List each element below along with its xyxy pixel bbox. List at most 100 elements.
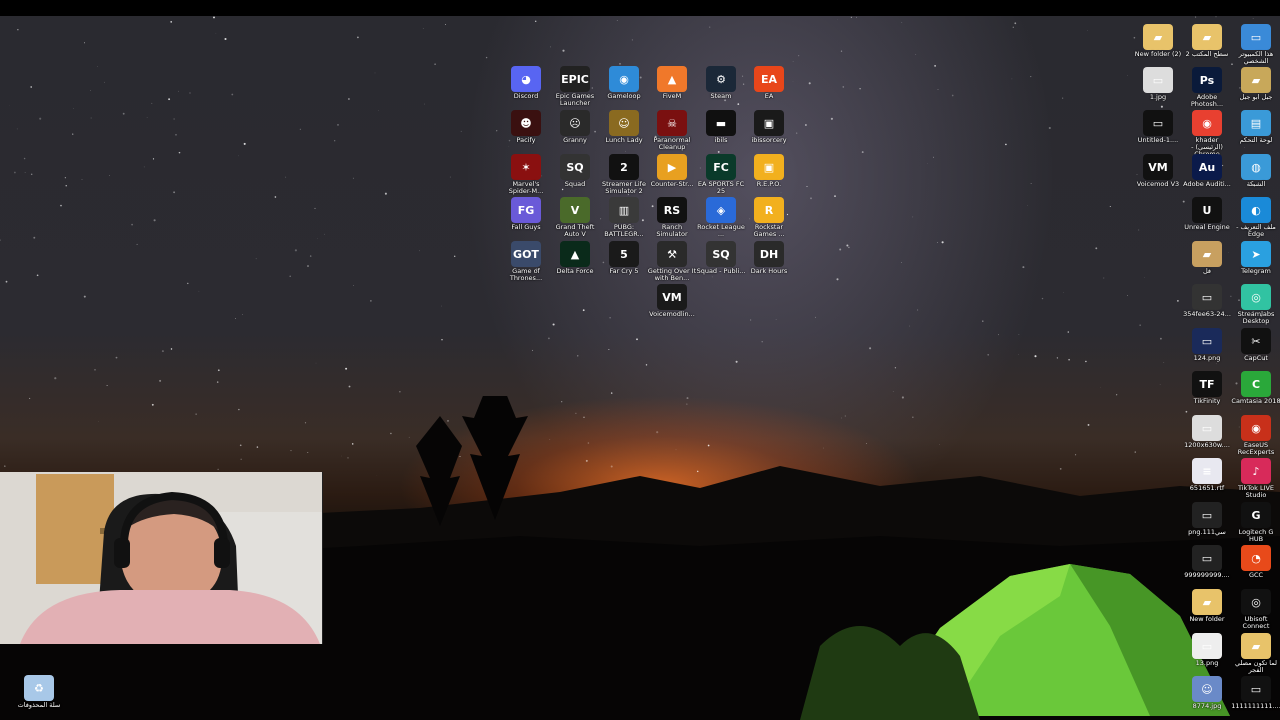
desktop-icon-label: سي111.png [1188, 528, 1226, 536]
desktop-icon[interactable]: U Unreal Engine [1182, 197, 1232, 231]
telegram-icon: ➤ [1241, 241, 1271, 267]
desktop-icon[interactable]: ▰ لما تكون مصلي الفجر [1231, 633, 1280, 674]
desktop-icon-label: جبل ابو جبل [1239, 93, 1273, 101]
desktop-icon[interactable]: ➤ Telegram [1231, 241, 1280, 275]
desktop-icon[interactable]: RS Ranch Simulator [647, 197, 697, 238]
desktop-icon[interactable]: ☹ Granny [550, 110, 600, 144]
desktop-icon[interactable]: ▶ Counter-Str... [647, 154, 697, 188]
desktop-icon[interactable]: 2 Streamer Life Simulator 2 [599, 154, 649, 195]
desktop-icon[interactable]: ▭ 13.png [1182, 633, 1232, 667]
desktop-icon[interactable]: ◎ Streamlabs Desktop [1231, 284, 1280, 325]
desktop-icon[interactable]: ☠ Paranormal Cleanup [647, 110, 697, 151]
desktop-icon[interactable]: GOT Game of Thrones... [501, 241, 551, 282]
desktop-icon[interactable]: ☻ Pacify [501, 110, 551, 144]
desktop-icon[interactable]: ☺ Lunch Lady [599, 110, 649, 144]
desktop-icon[interactable]: ▤ لوحة التحكم [1231, 110, 1280, 144]
desktop-icon[interactable]: VM Voicemodlin... [647, 284, 697, 318]
desktop-icon[interactable]: ▲ FiveM [647, 66, 697, 100]
lunch-lady-icon: ☺ [609, 110, 639, 136]
desktop-icon-label: Getting Over It with Ben... [647, 267, 697, 282]
ibissorcery-icon: ▣ [754, 110, 784, 136]
desktop-icon[interactable]: EPIC Epic Games Launcher [550, 66, 600, 107]
desktop-icon[interactable]: ▭ 124.png [1182, 328, 1232, 362]
desktop-icon[interactable]: V Grand Theft Auto V [550, 197, 600, 238]
desktop-icon[interactable]: ▣ ibissorcery [744, 110, 794, 144]
desktop-icon[interactable]: ▭ 1.jpg [1133, 67, 1183, 101]
desktop-icon[interactable]: EA EA [744, 66, 794, 100]
gta-icon: V [560, 197, 590, 223]
desktop-icon[interactable]: ◔ GCC [1231, 545, 1280, 579]
desktop-icon-label: الشبكة [1246, 180, 1266, 188]
voicemod-icon: VM [1143, 154, 1173, 180]
desktop-icon-label: TikTok LIVE Studio [1237, 484, 1275, 499]
desktop-icon[interactable]: ▭ 1111111111.... [1231, 676, 1280, 710]
image-file-icon: ▭ [1192, 502, 1222, 528]
image-file-icon: ▭ [1192, 284, 1222, 310]
desktop-icon[interactable]: ♪ TikTok LIVE Studio [1231, 458, 1280, 499]
desktop-icon[interactable]: ▭ 354fee63-24... [1182, 284, 1232, 318]
desktop-icon-label: ibissorcery [751, 136, 787, 144]
desktop-icon[interactable]: FG Fall Guys [501, 197, 551, 231]
desktop-icon[interactable]: ▥ PUBG: BATTLEGR... [599, 197, 649, 238]
desktop-icon[interactable]: C Camtasia 2018 [1231, 371, 1280, 405]
desktop-icon[interactable]: Ps Adobe Photosh... [1182, 67, 1232, 108]
desktop-icon-label: Squad [564, 180, 586, 188]
desktop-icon[interactable]: ▭ 1200x630w.... [1182, 415, 1232, 449]
desktop-icon[interactable]: ◈ Rocket League ... [696, 197, 746, 238]
desktop-icon[interactable]: ⚒ Getting Over It with Ben... [647, 241, 697, 282]
desktop-icon[interactable]: ▭ Untitled-1.... [1133, 110, 1183, 144]
desktop-icon[interactable]: Au Adobe Auditi... [1182, 154, 1232, 188]
desktop-icon[interactable]: ◍ الشبكة [1231, 154, 1280, 188]
desktop-icon[interactable]: ✂ CapCut [1231, 328, 1280, 362]
rocket-league-icon: ◈ [706, 197, 736, 223]
desktop-icon-label: ملف التعريف - Edge [1236, 223, 1276, 238]
desktop-icon[interactable]: ≡ 651651.rtf [1182, 458, 1232, 492]
desktop-icon[interactable]: ⚙ Steam [696, 66, 746, 100]
desktop-icon[interactable]: ▭ هذا الكمبيوتر الشخصي [1231, 24, 1280, 65]
desktop-icon-label: Far Cry 5 [609, 267, 639, 275]
desktop-icon[interactable]: ▰ سطح المكتب 2 [1182, 24, 1232, 58]
desktop-icon-label: EA SPORTS FC 25 [697, 180, 745, 195]
desktop-icon[interactable]: TF TikFinity [1182, 371, 1232, 405]
desktop-icon-label: Rockstar Games ... [753, 223, 785, 238]
gameloop-icon: ◉ [609, 66, 639, 92]
desktop-icon[interactable]: ▣ R.E.P.O. [744, 154, 794, 188]
recycle-bin-icon: ♻ [24, 675, 54, 701]
desktop-icon[interactable]: ▰ جبل ابو جبل [1231, 67, 1280, 101]
desktop-icon-label: PUBG: BATTLEGR... [604, 223, 644, 238]
desktop-icon[interactable]: ▰ New folder [1182, 589, 1232, 623]
desktop-icon-label: سلة المحذوفات [17, 701, 61, 709]
desktop-icon[interactable]: SQ Squad [550, 154, 600, 188]
ea-icon: EA [754, 66, 784, 92]
desktop-icon[interactable]: ◕ Discord [501, 66, 551, 100]
desktop-icon-label: Pacify [516, 136, 536, 144]
desktop-icon[interactable]: SQ Squad - Publi... [696, 241, 746, 275]
desktop-icon[interactable]: FC EA SPORTS FC 25 [696, 154, 746, 195]
desktop-icon[interactable]: ▲ Delta Force [550, 241, 600, 275]
pubg-icon: ▥ [609, 197, 639, 223]
desktop-icon[interactable]: ▬ ibils [696, 110, 746, 144]
desktop-icon[interactable]: ◐ ملف التعريف - Edge [1231, 197, 1280, 238]
desktop-icon[interactable]: ▰ New folder (2) [1133, 24, 1183, 58]
desktop-icon[interactable]: ◉ Gameloop [599, 66, 649, 100]
desktop-icon[interactable]: ◉khader (الرئيسي) - Chrome [1182, 110, 1232, 158]
desktop-icon[interactable]: VM Voicemod V3 [1133, 154, 1183, 188]
desktop-icon[interactable]: ◉ EaseUS RecExperts [1231, 415, 1280, 456]
desktop-icon-label: لما تكون مصلي الفجر [1234, 659, 1278, 674]
desktop-icon[interactable]: ▰ فل [1182, 241, 1232, 275]
desktop-icon[interactable]: ▭ سي111.png [1182, 502, 1232, 536]
image-file-icon: ▭ [1192, 545, 1222, 571]
desktop-icon[interactable]: DH Dark Hours [744, 241, 794, 275]
desktop-icon[interactable]: ☺ 8774.jpg [1182, 676, 1232, 710]
desktop-icon-label: 1.jpg [1149, 93, 1167, 101]
desktop-icon[interactable]: 5 Far Cry 5 [599, 241, 649, 275]
desktop-icon[interactable]: ♻ سلة المحذوفات [14, 675, 64, 709]
desktop-icon[interactable]: ◎ Ubisoft Connect [1231, 589, 1280, 630]
desktop-icon-label: ibils [714, 136, 728, 144]
desktop-icon[interactable]: G Logitech G HUB [1231, 502, 1280, 543]
desktop-icon-label: EaseUS RecExperts [1237, 441, 1275, 456]
audition-icon: Au [1192, 154, 1222, 180]
desktop-icon[interactable]: ▭ 999999999.... [1182, 545, 1232, 579]
desktop-icon[interactable]: ✶ Marvel's Spider-M... [501, 154, 551, 195]
desktop-icon[interactable]: R Rockstar Games ... [744, 197, 794, 238]
